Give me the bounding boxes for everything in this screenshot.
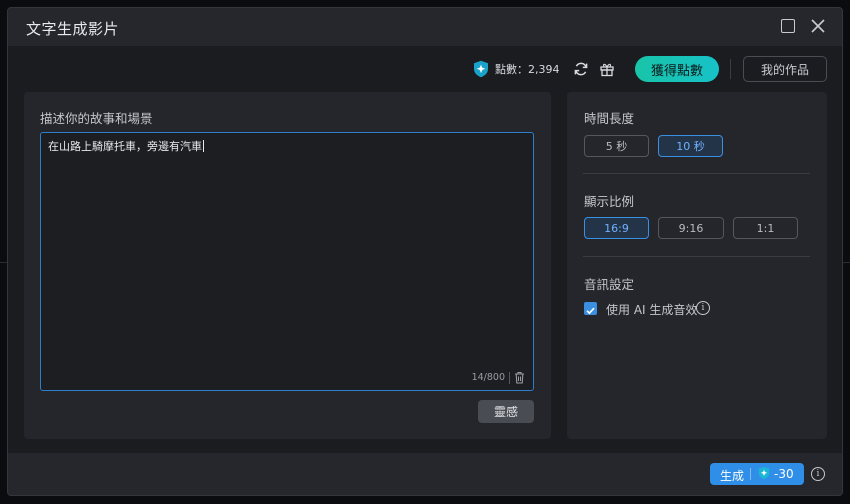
get-points-button[interactable]: 獲得點數 (635, 56, 719, 82)
character-counter: 14/800 (471, 372, 505, 383)
maximize-button[interactable] (780, 18, 798, 36)
ai-sound-label: 使用 AI 生成音效 (606, 303, 698, 317)
text-to-video-dialog: 文字生成影片 點數：2,394 獲得點數 我的作品 描述你的故事和場景 在山路上… (7, 7, 843, 496)
generate-divider (750, 468, 751, 480)
dialog-title: 文字生成影片 (26, 20, 120, 38)
prompt-text-line: 在山路上騎摩托車，旁邊有汽車 (48, 138, 204, 154)
my-works-button[interactable]: 我的作品 (743, 56, 827, 82)
prompt-text: 在山路上騎摩托車，旁邊有汽車 (48, 140, 202, 153)
settings-panel: 時間長度 5 秒 10 秒 顯示比例 16:9 9:16 1:1 音訊設定 使用… (567, 92, 827, 439)
generate-cost: -30 (774, 467, 794, 481)
duration-option-10s[interactable]: 10 秒 (658, 135, 723, 157)
prompt-label: 描述你的故事和場景 (40, 111, 153, 126)
close-icon (811, 19, 825, 33)
text-caret (203, 140, 204, 152)
toolbar: 點數：2,394 獲得點數 我的作品 (8, 46, 842, 91)
trash-icon[interactable] (514, 371, 525, 384)
background-divider (843, 262, 850, 263)
refresh-button[interactable] (571, 59, 591, 79)
prompt-textarea[interactable]: 在山路上騎摩托車，旁邊有汽車 14/800 (40, 132, 534, 391)
checkmark-icon (586, 307, 595, 315)
footer: 生成 -30 i (8, 453, 842, 495)
info-icon[interactable]: i (811, 467, 825, 481)
generate-label: 生成 (720, 469, 745, 483)
aspect-ratio-label: 顯示比例 (584, 194, 635, 209)
close-button[interactable] (810, 18, 828, 36)
gift-button[interactable] (597, 59, 617, 79)
section-divider (583, 256, 810, 257)
inspiration-button[interactable]: 靈感 (478, 400, 534, 423)
duration-option-5s[interactable]: 5 秒 (584, 135, 649, 157)
maximize-icon (781, 19, 795, 33)
audio-settings-label: 音訊設定 (584, 277, 635, 292)
toolbar-divider (730, 59, 731, 79)
points-label: 點數：2,394 (495, 63, 560, 76)
info-icon[interactable]: i (696, 301, 710, 315)
points-shield-icon (758, 466, 770, 480)
points-balance: 點數：2,394 (473, 60, 560, 78)
gift-icon (600, 63, 614, 77)
titlebar: 文字生成影片 (8, 8, 842, 46)
refresh-icon (574, 62, 588, 76)
ratio-option-1-1[interactable]: 1:1 (733, 217, 798, 239)
duration-label: 時間長度 (584, 111, 635, 126)
background-divider (0, 262, 7, 263)
prompt-panel: 描述你的故事和場景 在山路上騎摩托車，旁邊有汽車 14/800 靈感 (24, 92, 551, 439)
ratio-option-9-16[interactable]: 9:16 (658, 217, 724, 239)
generate-button[interactable]: 生成 -30 (710, 463, 804, 485)
ai-sound-checkbox[interactable] (584, 302, 597, 315)
counter-divider (509, 372, 510, 384)
ratio-option-16-9[interactable]: 16:9 (584, 217, 649, 239)
points-shield-icon (474, 60, 488, 78)
section-divider (583, 173, 810, 174)
